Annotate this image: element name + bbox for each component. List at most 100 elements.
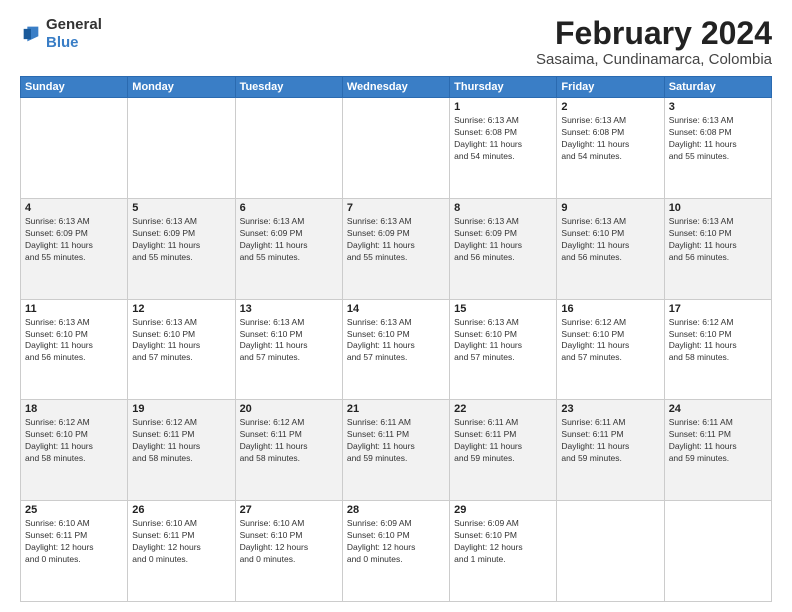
calendar-cell: 16Sunrise: 6:12 AM Sunset: 6:10 PM Dayli… <box>557 299 664 400</box>
calendar-cell: 25 Sunrise: 6:10 AM Sunset: 6:11 PM Dayli… <box>21 501 128 602</box>
calendar-cell: 21Sunrise: 6:11 AM Sunset: 6:11 PM Dayli… <box>342 400 449 501</box>
calendar-cell: 5 Sunrise: 6:13 AM Sunset: 6:09 PM Daylig… <box>128 198 235 299</box>
day-info: Sunrise: 6:13 AM Sunset: 6:08 PM Dayligh… <box>669 115 767 163</box>
day-info: Sunrise: 6:11 AM Sunset: 6:11 PM Dayligh… <box>454 417 552 465</box>
weekday-header: Wednesday <box>342 77 449 98</box>
day-info: Sunrise: 6:13 AM Sunset: 6:10 PM Dayligh… <box>347 317 445 365</box>
day-number: 14 <box>347 303 445 315</box>
header: General Blue February 2024 Sasaima, Cund… <box>20 16 772 68</box>
day-info: Sunrise: 6:13 AM Sunset: 6:10 PM Dayligh… <box>25 317 123 365</box>
calendar-cell: 1 Sunrise: 6:13 AM Sunset: 6:08 PM Daylig… <box>450 98 557 199</box>
day-number: 13 <box>240 303 338 315</box>
day-info: Sunrise: 6:13 AM Sunset: 6:10 PM Dayligh… <box>669 216 767 264</box>
calendar-cell <box>664 501 771 602</box>
weekday-header: Tuesday <box>235 77 342 98</box>
day-info: Sunrise: 6:10 AM Sunset: 6:10 PM Dayligh… <box>240 518 338 566</box>
day-number: 28 <box>347 504 445 516</box>
calendar-cell: 20 Sunrise: 6:12 AM Sunset: 6:11 PM Dayli… <box>235 400 342 501</box>
day-number: 23 <box>561 403 659 415</box>
day-info: Sunrise: 6:09 AM Sunset: 6:10 PM Dayligh… <box>454 518 552 566</box>
day-info: Sunrise: 6:13 AM Sunset: 6:09 PM Dayligh… <box>132 216 230 264</box>
calendar-cell: 22 Sunrise: 6:11 AM Sunset: 6:11 PM Dayli… <box>450 400 557 501</box>
calendar-cell: 26 Sunrise: 6:10 AM Sunset: 6:11 PM Dayli… <box>128 501 235 602</box>
day-number: 20 <box>240 403 338 415</box>
calendar-cell: 3 Sunrise: 6:13 AM Sunset: 6:08 PM Daylig… <box>664 98 771 199</box>
calendar-cell: 29Sunrise: 6:09 AM Sunset: 6:10 PM Dayli… <box>450 501 557 602</box>
location-title: Sasaima, Cundinamarca, Colombia <box>536 51 772 68</box>
weekday-header: Monday <box>128 77 235 98</box>
calendar-week-row: 11 Sunrise: 6:13 AM Sunset: 6:10 PM Dayli… <box>21 299 772 400</box>
weekday-header: Friday <box>557 77 664 98</box>
calendar-cell: 9 Sunrise: 6:13 AM Sunset: 6:10 PM Daylig… <box>557 198 664 299</box>
header-row: SundayMondayTuesdayWednesdayThursdayFrid… <box>21 77 772 98</box>
day-number: 21 <box>347 403 445 415</box>
day-info: Sunrise: 6:13 AM Sunset: 6:09 PM Dayligh… <box>347 216 445 264</box>
day-info: Sunrise: 6:10 AM Sunset: 6:11 PM Dayligh… <box>25 518 123 566</box>
day-number: 2 <box>561 101 659 113</box>
calendar-cell: 10Sunrise: 6:13 AM Sunset: 6:10 PM Dayli… <box>664 198 771 299</box>
day-info: Sunrise: 6:12 AM Sunset: 6:11 PM Dayligh… <box>240 417 338 465</box>
calendar-week-row: 18 Sunrise: 6:12 AM Sunset: 6:10 PM Dayli… <box>21 400 772 501</box>
logo-text: General Blue <box>46 16 102 52</box>
calendar-cell <box>128 98 235 199</box>
calendar-cell: 19Sunrise: 6:12 AM Sunset: 6:11 PM Dayli… <box>128 400 235 501</box>
calendar-cell: 15 Sunrise: 6:13 AM Sunset: 6:10 PM Dayli… <box>450 299 557 400</box>
calendar-cell: 8Sunrise: 6:13 AM Sunset: 6:09 PM Daylig… <box>450 198 557 299</box>
day-number: 6 <box>240 202 338 214</box>
day-info: Sunrise: 6:13 AM Sunset: 6:10 PM Dayligh… <box>132 317 230 365</box>
day-number: 12 <box>132 303 230 315</box>
calendar-cell: 6Sunrise: 6:13 AM Sunset: 6:09 PM Daylig… <box>235 198 342 299</box>
logo-blue: Blue <box>46 34 79 51</box>
calendar-cell: 23 Sunrise: 6:11 AM Sunset: 6:11 PM Dayli… <box>557 400 664 501</box>
calendar-cell: 28Sunrise: 6:09 AM Sunset: 6:10 PM Dayli… <box>342 501 449 602</box>
calendar-cell: 4 Sunrise: 6:13 AM Sunset: 6:09 PM Daylig… <box>21 198 128 299</box>
calendar-cell: 2Sunrise: 6:13 AM Sunset: 6:08 PM Daylig… <box>557 98 664 199</box>
calendar-week-row: 4 Sunrise: 6:13 AM Sunset: 6:09 PM Daylig… <box>21 198 772 299</box>
day-info: Sunrise: 6:11 AM Sunset: 6:11 PM Dayligh… <box>561 417 659 465</box>
calendar-cell <box>235 98 342 199</box>
calendar-cell: 27Sunrise: 6:10 AM Sunset: 6:10 PM Dayli… <box>235 501 342 602</box>
day-number: 1 <box>454 101 552 113</box>
day-number: 17 <box>669 303 767 315</box>
day-number: 4 <box>25 202 123 214</box>
day-number: 3 <box>669 101 767 113</box>
weekday-header: Thursday <box>450 77 557 98</box>
day-number: 26 <box>132 504 230 516</box>
day-number: 16 <box>561 303 659 315</box>
page: General Blue February 2024 Sasaima, Cund… <box>0 0 792 612</box>
day-number: 22 <box>454 403 552 415</box>
day-number: 25 <box>25 504 123 516</box>
weekday-header: Sunday <box>21 77 128 98</box>
calendar-cell <box>557 501 664 602</box>
day-number: 11 <box>25 303 123 315</box>
day-number: 18 <box>25 403 123 415</box>
day-number: 15 <box>454 303 552 315</box>
day-number: 5 <box>132 202 230 214</box>
day-info: Sunrise: 6:12 AM Sunset: 6:10 PM Dayligh… <box>669 317 767 365</box>
calendar-cell: 14 Sunrise: 6:13 AM Sunset: 6:10 PM Dayli… <box>342 299 449 400</box>
calendar-cell: 11 Sunrise: 6:13 AM Sunset: 6:10 PM Dayli… <box>21 299 128 400</box>
logo: General Blue <box>20 16 102 52</box>
day-info: Sunrise: 6:13 AM Sunset: 6:10 PM Dayligh… <box>561 216 659 264</box>
calendar-cell <box>342 98 449 199</box>
calendar-cell: 17 Sunrise: 6:12 AM Sunset: 6:10 PM Dayli… <box>664 299 771 400</box>
day-number: 8 <box>454 202 552 214</box>
day-info: Sunrise: 6:13 AM Sunset: 6:08 PM Dayligh… <box>454 115 552 163</box>
logo-icon <box>20 23 42 45</box>
calendar-cell <box>21 98 128 199</box>
calendar-week-row: 1 Sunrise: 6:13 AM Sunset: 6:08 PM Daylig… <box>21 98 772 199</box>
day-number: 24 <box>669 403 767 415</box>
calendar-table: SundayMondayTuesdayWednesdayThursdayFrid… <box>20 76 772 602</box>
weekday-header: Saturday <box>664 77 771 98</box>
day-info: Sunrise: 6:12 AM Sunset: 6:10 PM Dayligh… <box>25 417 123 465</box>
calendar-cell: 12 Sunrise: 6:13 AM Sunset: 6:10 PM Dayli… <box>128 299 235 400</box>
day-number: 9 <box>561 202 659 214</box>
day-info: Sunrise: 6:10 AM Sunset: 6:11 PM Dayligh… <box>132 518 230 566</box>
day-number: 7 <box>347 202 445 214</box>
day-info: Sunrise: 6:13 AM Sunset: 6:10 PM Dayligh… <box>240 317 338 365</box>
day-info: Sunrise: 6:13 AM Sunset: 6:09 PM Dayligh… <box>25 216 123 264</box>
month-title: February 2024 <box>536 16 772 51</box>
title-section: February 2024 Sasaima, Cundinamarca, Col… <box>536 16 772 68</box>
day-info: Sunrise: 6:13 AM Sunset: 6:10 PM Dayligh… <box>454 317 552 365</box>
day-number: 19 <box>132 403 230 415</box>
